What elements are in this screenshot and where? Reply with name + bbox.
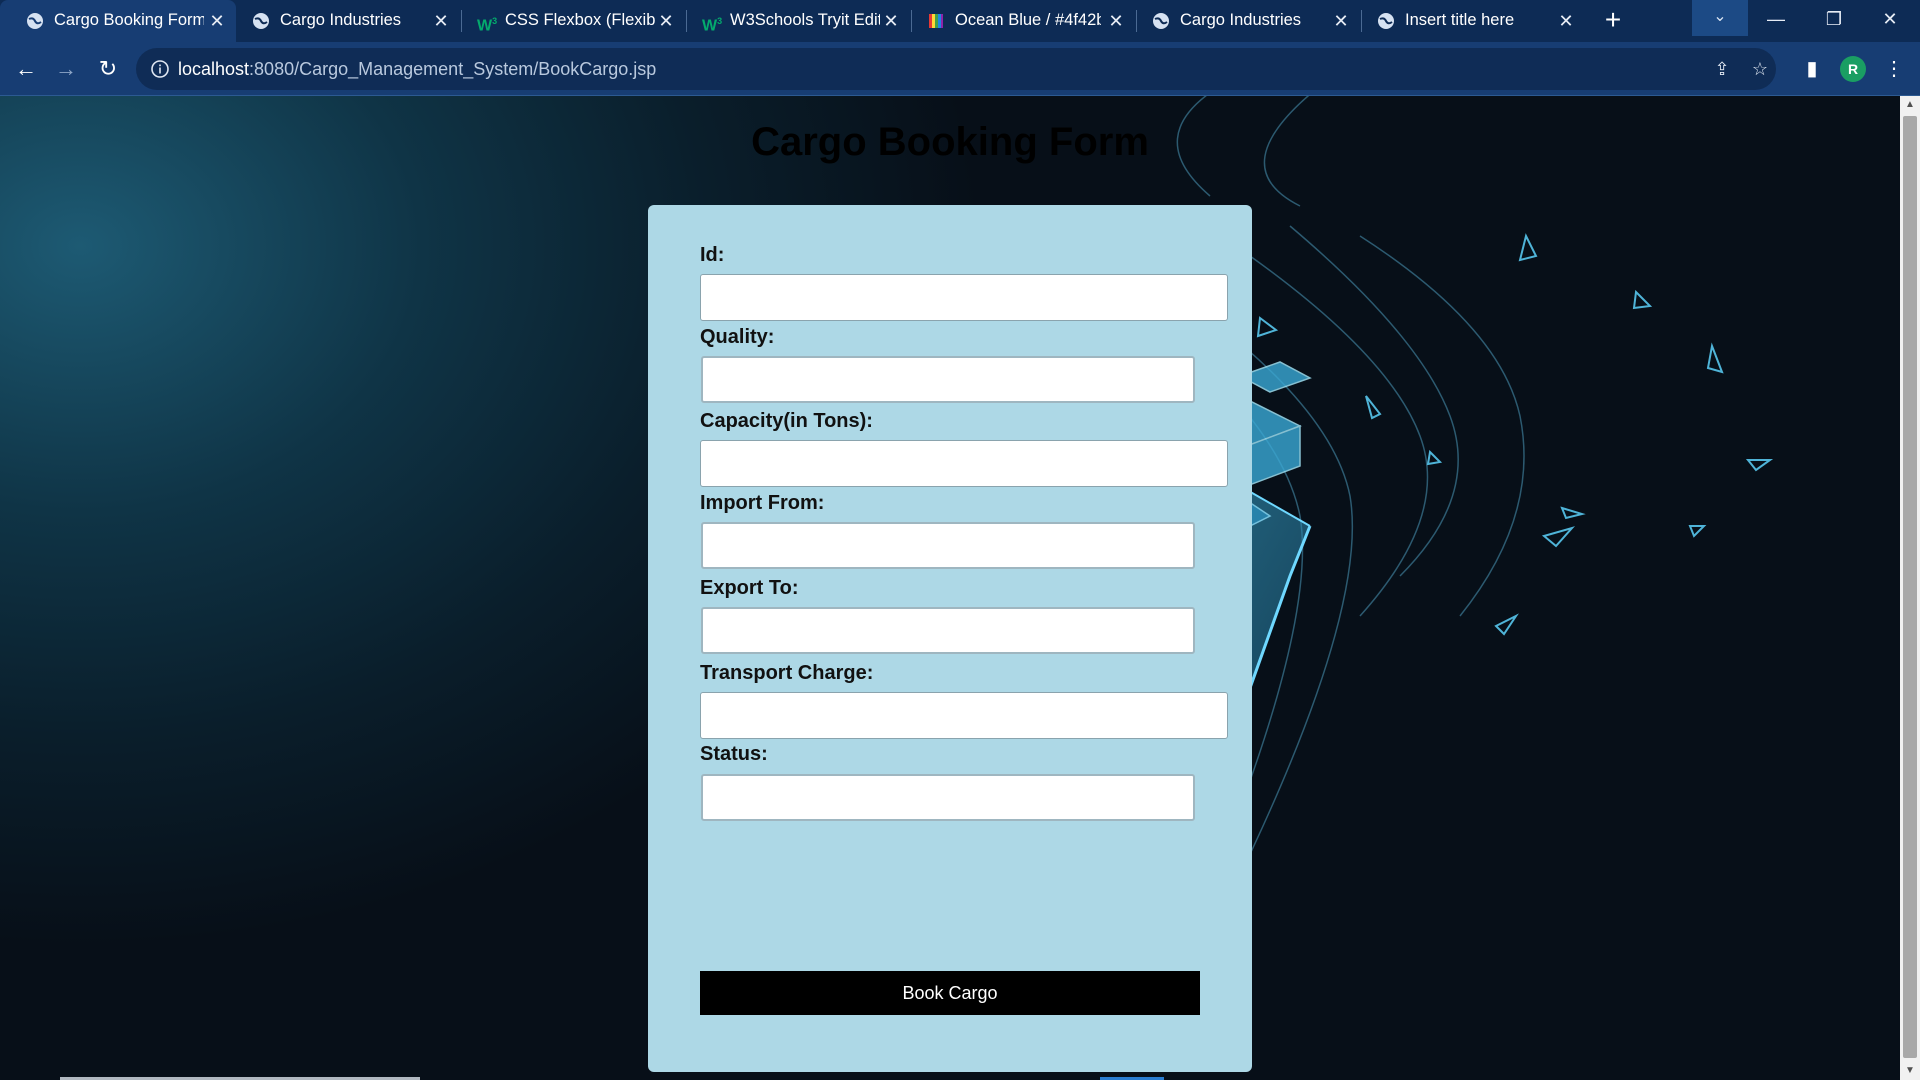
id-input[interactable] [700,274,1228,321]
w3schools-icon: W3 [702,16,723,35]
tab-ocean-blue[interactable]: Ocean Blue / #4f42b5 ✕ [901,0,1137,42]
tab-title: Cargo Industries [280,11,402,29]
tab-search-button[interactable]: ⌄ [1692,0,1748,36]
quality-input[interactable] [701,356,1195,403]
tab-strip: Cargo Booking Form ✕ Cargo Industries ✕ … [0,0,1920,42]
tab-w3schools-tryit[interactable]: W3 W3Schools Tryit Edito ✕ [676,0,912,42]
tab-css-flexbox[interactable]: W3 CSS Flexbox (Flexible ✕ [451,0,687,42]
globe-icon [1153,13,1169,29]
scroll-up-arrow-icon[interactable]: ▲ [1900,96,1920,114]
tab-title: Insert title here [1405,11,1515,29]
browser-toolbar: ← → ↻ localhost:8080/Cargo_Management_Sy… [0,42,1920,96]
minimize-button[interactable]: — [1756,4,1796,34]
back-button[interactable]: ← [10,53,42,85]
scrollbar-thumb[interactable] [1903,116,1917,1058]
url-path: :8080/Cargo_Management_System/BookCargo.… [249,59,657,79]
arrow-left-icon: ← [15,56,37,81]
tab-cargo-industries-2[interactable]: Cargo Industries ✕ [1126,0,1362,42]
share-icon[interactable]: ⇪ [1710,57,1734,81]
close-tab-icon[interactable]: ✕ [1555,10,1577,32]
reload-icon: ↻ [98,56,118,81]
tab-title: CSS Flexbox (Flexible [505,11,655,29]
globe-icon [253,13,269,29]
close-tab-icon[interactable]: ✕ [1105,10,1127,32]
tab-insert-title[interactable]: Insert title here ✕ [1351,0,1587,42]
tab-cargo-booking-form[interactable]: Cargo Booking Form ✕ [0,0,236,42]
close-tab-icon[interactable]: ✕ [880,10,902,32]
reload-button[interactable]: ↻ [92,53,124,85]
capacity-input[interactable] [700,440,1228,487]
tab-title: Ocean Blue / #4f42b5 [955,11,1101,29]
url-host: localhost [178,59,250,79]
profile-avatar[interactable]: R [1840,56,1866,82]
side-panel-icon[interactable]: ▮ [1798,55,1826,83]
tab-cargo-industries[interactable]: Cargo Industries ✕ [226,0,462,42]
globe-icon [1378,13,1394,29]
transport-charge-label: Transport Charge: [700,662,874,684]
chevron-down-icon: ⌄ [1713,8,1727,25]
tab-title: W3Schools Tryit Edito [730,11,880,29]
import-from-label: Import From: [700,492,825,514]
tab-title: Cargo Industries [1180,11,1302,29]
new-tab-button[interactable]: + [1598,6,1628,36]
close-window-button[interactable]: ✕ [1870,4,1910,34]
menu-kebab-icon[interactable]: ⋮ [1880,55,1908,83]
export-to-input[interactable] [701,607,1195,654]
import-from-input[interactable] [701,522,1195,569]
close-tab-icon[interactable]: ✕ [206,10,228,32]
address-bar[interactable]: localhost:8080/Cargo_Management_System/B… [136,48,1776,90]
status-input[interactable] [701,774,1195,821]
restore-button[interactable]: ❐ [1814,4,1854,34]
info-icon [151,60,169,78]
url-text: localhost:8080/Cargo_Management_System/B… [178,59,656,80]
export-to-label: Export To: [700,577,799,599]
w3schools-icon: W3 [477,16,498,35]
color-palette-icon [929,14,943,28]
quality-label: Quality: [700,326,775,348]
tab-title: Cargo Booking Form [54,11,204,29]
forward-button[interactable]: → [50,53,82,85]
page-viewport: Cargo Booking Form Id: Quality: Capacity… [0,96,1900,1080]
close-tab-icon[interactable]: ✕ [430,10,452,32]
close-tab-icon[interactable]: ✕ [1330,10,1352,32]
transport-charge-input[interactable] [700,692,1228,739]
globe-icon [27,13,43,29]
id-label: Id: [700,244,725,266]
scroll-down-arrow-icon[interactable]: ▼ [1900,1062,1920,1080]
page-title: Cargo Booking Form [751,120,1149,164]
cargo-booking-form: Id: Quality: Capacity(in Tons): Import F… [648,205,1252,1072]
close-tab-icon[interactable]: ✕ [655,10,677,32]
status-label: Status: [700,743,768,765]
capacity-label: Capacity(in Tons): [700,410,873,432]
arrow-right-icon: → [55,56,77,81]
book-cargo-button[interactable]: Book Cargo [700,971,1200,1015]
bookmark-star-icon[interactable]: ☆ [1748,57,1772,81]
vertical-scrollbar[interactable]: ▲ ▼ [1900,96,1920,1080]
